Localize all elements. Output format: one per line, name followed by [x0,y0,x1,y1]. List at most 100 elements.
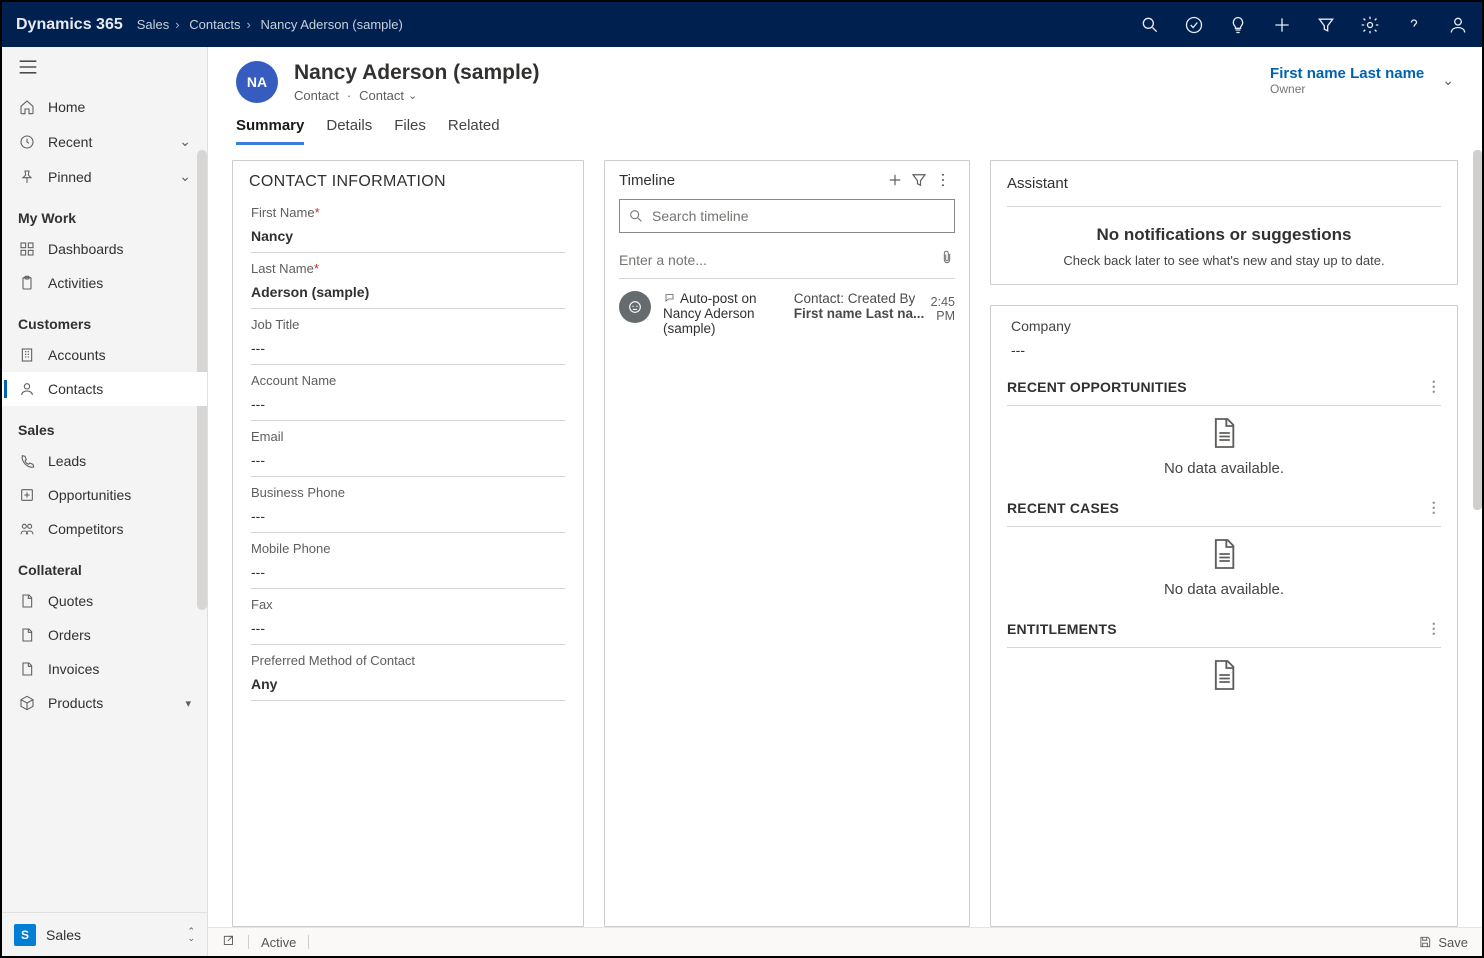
nav-pinned[interactable]: Pinned⌄ [2,159,207,194]
nav-products[interactable]: Products ▾ [2,686,207,720]
search-icon[interactable] [1140,15,1160,35]
owner-label: Owner [1270,82,1424,96]
tab-summary[interactable]: Summary [236,117,304,145]
tab-related[interactable]: Related [448,117,500,145]
area-badge: S [14,924,36,946]
crumb-0[interactable]: Sales [137,17,170,32]
note-input[interactable]: Enter a note... [619,241,955,279]
field-last-name[interactable]: Last Name* Aderson (sample) [251,253,565,309]
nav-label: Opportunities [48,487,131,503]
tab-details[interactable]: Details [326,117,372,145]
company-label: Company [1011,318,1441,334]
entity-label: Contact [294,88,339,103]
nav-home[interactable]: Home [2,90,207,124]
box-icon [18,695,36,711]
page-title: Nancy Aderson (sample) [294,61,539,85]
area-label: Sales [46,927,81,943]
field-label: Last Name* [251,261,565,276]
field-mobile-phone[interactable]: Mobile Phone--- [251,533,565,589]
more-icon[interactable]: ⋮ [1427,378,1441,395]
save-button[interactable]: Save [1418,935,1468,950]
nav-label: Invoices [48,661,99,677]
field-email[interactable]: Email--- [251,421,565,477]
field-value: --- [251,452,565,470]
gear-icon[interactable] [1360,15,1380,35]
field-value: --- [251,396,565,414]
card-heading: CONTACT INFORMATION [233,161,583,197]
form-selector[interactable]: Contact⌄ [359,88,417,103]
nav-quotes[interactable]: Quotes [2,584,207,618]
nav-orders[interactable]: Orders [2,618,207,652]
field-value: Nancy [251,228,565,246]
timeline-post[interactable]: Auto-post on Nancy Aderson (sample) Cont… [605,279,969,350]
user-icon[interactable] [1448,15,1468,35]
caret-down-icon: ▾ [185,697,191,710]
add-icon[interactable] [883,171,907,189]
filter-icon[interactable] [907,171,931,189]
document-icon [1007,408,1441,450]
nav-dashboards[interactable]: Dashboards [2,232,207,266]
field-job-title[interactable]: Job Title --- [251,309,565,365]
document-icon [1007,650,1441,692]
field-value: --- [251,340,565,358]
area-switcher[interactable]: S Sales ⌃⌄ [2,912,207,956]
more-icon[interactable]: ⋮ [1427,620,1441,637]
nav-accounts[interactable]: Accounts [2,338,207,372]
field-label: Job Title [251,317,565,332]
more-icon[interactable]: ⋮ [1427,499,1441,516]
field-preferred-method-of-contact[interactable]: Preferred Method of ContactAny [251,645,565,701]
add-icon[interactable] [1272,15,1292,35]
status-text: Active [261,935,296,950]
search-icon [628,208,644,224]
crumb-2[interactable]: Nancy Aderson (sample) [261,17,403,32]
nav-activities[interactable]: Activities [2,266,207,300]
nav-invoices[interactable]: Invoices [2,652,207,686]
field-value: --- [251,508,565,526]
field-fax[interactable]: Fax--- [251,589,565,645]
nav-contacts[interactable]: Contacts [2,372,207,406]
attachment-icon[interactable] [939,249,955,270]
field-business-phone[interactable]: Business Phone --- [251,477,565,533]
nav-opportunities[interactable]: Opportunities [2,478,207,512]
field-value: Aderson (sample) [251,284,565,302]
nav-label: Products [48,695,103,711]
field-label: Mobile Phone [251,541,565,556]
field-label: Account Name [251,373,565,388]
nav-label: Home [48,99,85,115]
nav-recent[interactable]: Recent⌄ [2,124,207,159]
popout-icon[interactable] [222,934,236,951]
nav-competitors[interactable]: Competitors [2,512,207,546]
field-first-name[interactable]: First Name* Nancy [251,197,565,253]
field-value: Any [251,676,565,694]
breadcrumb: Sales› Contacts› Nancy Aderson (sample) [137,17,403,32]
building-icon [18,347,36,363]
task-icon[interactable] [1184,15,1204,35]
brand[interactable]: Dynamics 365 [16,16,123,34]
timeline-search[interactable]: Search timeline [619,199,955,233]
help-icon[interactable] [1404,15,1424,35]
post-line2b: First name Last na... [794,306,925,321]
bulb-icon[interactable] [1228,15,1248,35]
group-mywork: My Work [2,194,207,232]
competitors-icon [18,521,36,537]
more-icon[interactable] [931,171,955,189]
field-label: First Name* [251,205,565,220]
phone-icon [18,453,36,469]
owner-link[interactable]: First name Last name [1270,65,1424,82]
field-account-name[interactable]: Account Name --- [251,365,565,421]
chevron-down-icon[interactable]: ⌄ [1442,72,1454,89]
hamburger-button[interactable] [2,47,207,90]
content-scrollbar[interactable] [1473,150,1482,510]
crumb-1[interactable]: Contacts [189,17,240,32]
filter-icon[interactable] [1316,15,1336,35]
tab-files[interactable]: Files [394,117,426,145]
company-value[interactable]: --- [1011,342,1441,358]
nav-label: Competitors [48,521,123,537]
assistant-card: Assistant No notifications or suggestion… [990,160,1458,285]
timeline-heading: Timeline [619,172,883,189]
field-label: Business Phone [251,485,565,500]
bot-icon [619,291,651,323]
chevron-down-icon: ⌄ [179,168,191,185]
nav-leads[interactable]: Leads [2,444,207,478]
clock-icon [18,134,36,150]
